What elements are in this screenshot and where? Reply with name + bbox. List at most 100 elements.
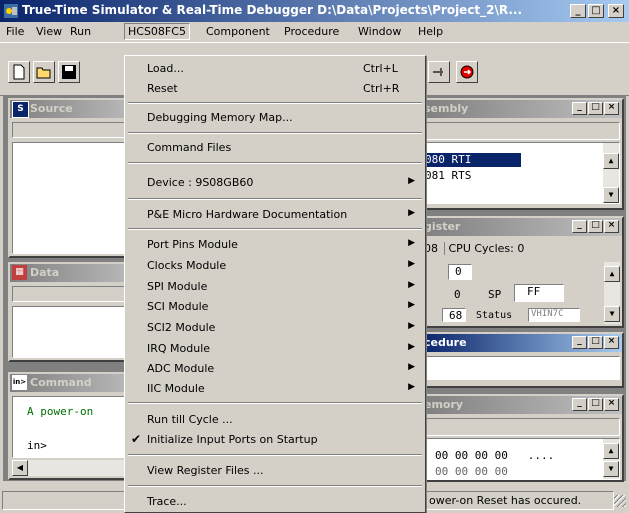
menu-procedure[interactable]: Procedure bbox=[284, 25, 339, 38]
procedure-maximize-button[interactable]: □ bbox=[588, 336, 603, 349]
menu-item-load[interactable]: Load... Ctrl+L bbox=[127, 59, 423, 79]
hcs08fc5-menu: Load... Ctrl+L Reset Ctrl+R Debugging Me… bbox=[124, 55, 426, 513]
minimize-button[interactable]: _ bbox=[570, 4, 586, 18]
menu-item-irq-module[interactable]: IRQ Module ▶ bbox=[127, 339, 423, 359]
register-sp-value[interactable]: FF bbox=[514, 284, 564, 302]
register-pc-value[interactable]: 68 bbox=[442, 308, 466, 322]
reset-icon[interactable] bbox=[456, 61, 478, 83]
assembly-titlebar[interactable]: sembly _ □ × bbox=[422, 100, 622, 118]
register-titlebar[interactable]: gister _ □ × bbox=[422, 218, 622, 236]
window-titlebar[interactable]: True-Time Simulator & Real-Time Debugger… bbox=[0, 0, 629, 22]
scroll-down-button[interactable]: ▼ bbox=[603, 187, 619, 203]
menu-item-label: View Register Files ... bbox=[147, 464, 264, 477]
menu-item-reset[interactable]: Reset Ctrl+R bbox=[127, 79, 423, 99]
menu-item-port-pins-module[interactable]: Port Pins Module ▶ bbox=[127, 235, 423, 255]
scroll-up-button[interactable]: ▲ bbox=[604, 266, 620, 282]
assembly-window[interactable]: sembly _ □ × 080 RTI 081 RTS ▲ ▼ bbox=[420, 98, 624, 210]
scroll-down-button[interactable]: ▼ bbox=[604, 306, 620, 322]
menu-item-pe-micro-docs[interactable]: P&E Micro Hardware Documentation ▶ bbox=[127, 205, 423, 225]
command-output[interactable]: A power-on in> bbox=[12, 396, 142, 458]
assembly-line[interactable]: 081 RTS bbox=[425, 169, 471, 182]
menu-separator bbox=[128, 102, 422, 104]
menu-item-trace[interactable]: Trace... bbox=[127, 492, 423, 512]
command-prompt[interactable]: in> bbox=[27, 439, 47, 452]
menu-item-adc-module[interactable]: ADC Module ▶ bbox=[127, 359, 423, 379]
maximize-button[interactable]: □ bbox=[588, 4, 604, 18]
command-hscrollbar[interactable]: ◀ bbox=[12, 460, 142, 476]
menu-item-sci2-module[interactable]: SCI2 Module ▶ bbox=[127, 318, 423, 338]
source-text-area[interactable] bbox=[12, 142, 142, 254]
menu-item-label: IIC Module bbox=[147, 382, 205, 395]
menu-file[interactable]: File bbox=[6, 25, 24, 38]
menu-item-label: Reset bbox=[147, 82, 178, 95]
scroll-down-button[interactable]: ▼ bbox=[603, 461, 619, 477]
menu-item-device[interactable]: Device : 9S08GB60 ▶ bbox=[127, 173, 423, 193]
menu-item-spi-module[interactable]: SPI Module ▶ bbox=[127, 277, 423, 297]
procedure-titlebar[interactable]: cedure _ □ × bbox=[422, 334, 622, 352]
command-title: Command bbox=[30, 376, 92, 389]
menu-item-debugging-memory-map[interactable]: Debugging Memory Map... bbox=[127, 108, 423, 128]
procedure-close-button[interactable]: × bbox=[604, 336, 619, 349]
memory-dump[interactable]: 00 00 00 00 .... 00 00 00 00 ▲ ▼ bbox=[422, 438, 620, 480]
register-minimize-button[interactable]: _ bbox=[572, 220, 587, 233]
assembly-minimize-button[interactable]: _ bbox=[572, 102, 587, 115]
source-icon: S bbox=[12, 101, 29, 118]
menu-item-initialize-input-ports[interactable]: ✔ Initialize Input Ports on Startup bbox=[127, 430, 423, 450]
memory-window[interactable]: emory _ □ × 00 00 00 00 .... 00 00 00 00… bbox=[420, 394, 624, 482]
submenu-arrow-icon: ▶ bbox=[408, 208, 415, 218]
submenu-arrow-icon: ▶ bbox=[408, 342, 415, 352]
register-a-value[interactable]: 0 bbox=[448, 264, 472, 280]
resize-grip-icon[interactable] bbox=[614, 495, 626, 507]
menu-separator bbox=[128, 198, 422, 200]
menu-item-label: ADC Module bbox=[147, 362, 215, 375]
assembly-maximize-button[interactable]: □ bbox=[588, 102, 603, 115]
menu-help[interactable]: Help bbox=[418, 25, 443, 38]
open-folder-icon[interactable] bbox=[33, 61, 55, 83]
procedure-window[interactable]: cedure _ □ × bbox=[420, 332, 624, 388]
menu-item-run-till-cycle[interactable]: Run till Cycle ... bbox=[127, 410, 423, 430]
scroll-left-button[interactable]: ◀ bbox=[12, 460, 28, 476]
data-icon: ▦ bbox=[12, 265, 27, 280]
scroll-up-button[interactable]: ▲ bbox=[603, 153, 619, 169]
close-button[interactable]: × bbox=[608, 4, 624, 18]
data-list[interactable] bbox=[12, 306, 142, 358]
menu-item-clocks-module[interactable]: Clocks Module ▶ bbox=[127, 256, 423, 276]
menu-run[interactable]: Run bbox=[70, 25, 91, 38]
memory-row[interactable]: 00 00 00 00 .... bbox=[435, 449, 554, 462]
menu-item-label: SCI Module bbox=[147, 300, 209, 313]
memory-maximize-button[interactable]: □ bbox=[588, 398, 603, 411]
memory-title: emory bbox=[424, 398, 464, 411]
memory-titlebar[interactable]: emory _ □ × bbox=[422, 396, 622, 414]
assembly-listing[interactable]: 080 RTI 081 RTS ▲ ▼ bbox=[422, 142, 620, 204]
register-maximize-button[interactable]: □ bbox=[588, 220, 603, 233]
menu-view[interactable]: View bbox=[36, 25, 62, 38]
register-x-value[interactable]: 0 bbox=[454, 288, 461, 301]
assembly-vscrollbar[interactable]: ▲ ▼ bbox=[603, 143, 619, 203]
memory-row[interactable]: 00 00 00 00 bbox=[435, 465, 508, 478]
menu-component[interactable]: Component bbox=[206, 25, 270, 38]
register-status-value[interactable]: VHIN7C bbox=[528, 308, 580, 322]
menu-item-sci-module[interactable]: SCI Module ▶ bbox=[127, 297, 423, 317]
procedure-list[interactable] bbox=[422, 356, 620, 380]
menu-item-iic-module[interactable]: IIC Module ▶ bbox=[127, 379, 423, 399]
menubar: File View Run HCS08FC5 Component Procedu… bbox=[0, 22, 629, 42]
assembly-close-button[interactable]: × bbox=[604, 102, 619, 115]
menu-item-command-files[interactable]: Command Files bbox=[127, 138, 423, 158]
scroll-up-button[interactable]: ▲ bbox=[603, 443, 619, 459]
memory-vscrollbar[interactable]: ▲ ▼ bbox=[603, 439, 619, 479]
step-icon[interactable] bbox=[428, 61, 450, 83]
register-vscrollbar[interactable]: ▲ ▼ bbox=[604, 262, 620, 324]
memory-close-button[interactable]: × bbox=[604, 398, 619, 411]
procedure-minimize-button[interactable]: _ bbox=[572, 336, 587, 349]
menu-item-label: Command Files bbox=[147, 141, 232, 154]
new-file-icon[interactable] bbox=[8, 61, 30, 83]
menu-hcs08fc5[interactable]: HCS08FC5 bbox=[124, 23, 190, 40]
register-sp-label: SP bbox=[488, 288, 502, 301]
save-disk-icon[interactable] bbox=[58, 61, 80, 83]
memory-minimize-button[interactable]: _ bbox=[572, 398, 587, 411]
assembly-line-selected[interactable]: 080 RTI bbox=[423, 153, 521, 167]
menu-item-view-register-files[interactable]: View Register Files ... bbox=[127, 461, 423, 481]
menu-window[interactable]: Window bbox=[358, 25, 401, 38]
register-window[interactable]: gister _ □ × 08 CPU Cycles: 0 0 0 SP FF … bbox=[420, 216, 624, 328]
register-close-button[interactable]: × bbox=[604, 220, 619, 233]
